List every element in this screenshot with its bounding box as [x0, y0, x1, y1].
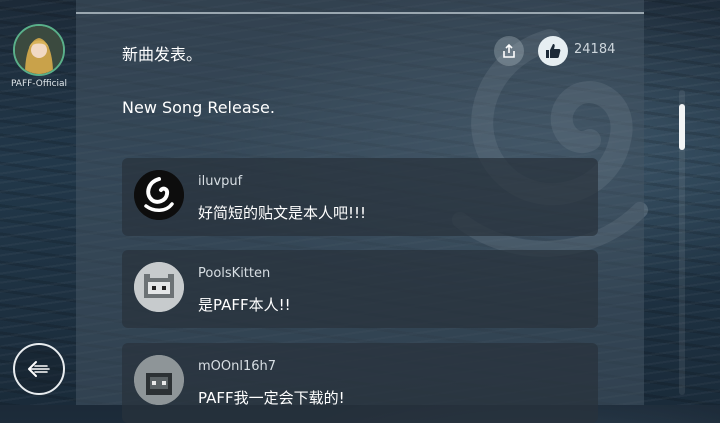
comment-username[interactable]: PoolsKitten	[198, 266, 270, 281]
author-name: PAFF-Official	[10, 79, 68, 89]
comment-avatar[interactable]	[134, 355, 184, 405]
author-profile[interactable]: PAFF-Official	[8, 24, 70, 89]
post-title: 新曲发表。	[122, 45, 203, 64]
comment-item[interactable]: mOOnl16h7 PAFF我一定会下载的!	[122, 343, 598, 423]
swirl-logo-icon	[134, 170, 184, 220]
back-button[interactable]	[13, 343, 65, 395]
comment-username[interactable]: iluvpuf	[198, 174, 242, 189]
comment-text: 是PAFF本人!!	[198, 296, 291, 314]
like-count: 24184	[574, 42, 616, 57]
thumbs-up-icon	[546, 44, 561, 58]
post-body: New Song Release.	[122, 98, 275, 117]
comment-avatar[interactable]	[134, 170, 184, 220]
share-icon	[503, 43, 515, 58]
like-button[interactable]	[538, 36, 568, 66]
back-arrow-icon	[28, 361, 50, 377]
pixel-creature-icon	[134, 355, 184, 405]
comment-avatar[interactable]	[134, 262, 184, 312]
share-button[interactable]	[494, 36, 524, 66]
comment-username[interactable]: mOOnl16h7	[198, 359, 276, 374]
scrollbar-thumb[interactable]	[679, 104, 685, 150]
author-avatar[interactable]	[13, 24, 65, 76]
author-portrait-icon	[15, 26, 63, 74]
pixel-cat-icon	[134, 262, 184, 312]
comment-item[interactable]: iluvpuf 好简短的贴文是本人吧!!!	[122, 158, 598, 236]
comment-text: 好简短的贴文是本人吧!!!	[198, 204, 367, 222]
panel-divider	[76, 12, 644, 14]
comment-item[interactable]: PoolsKitten 是PAFF本人!!	[122, 250, 598, 328]
